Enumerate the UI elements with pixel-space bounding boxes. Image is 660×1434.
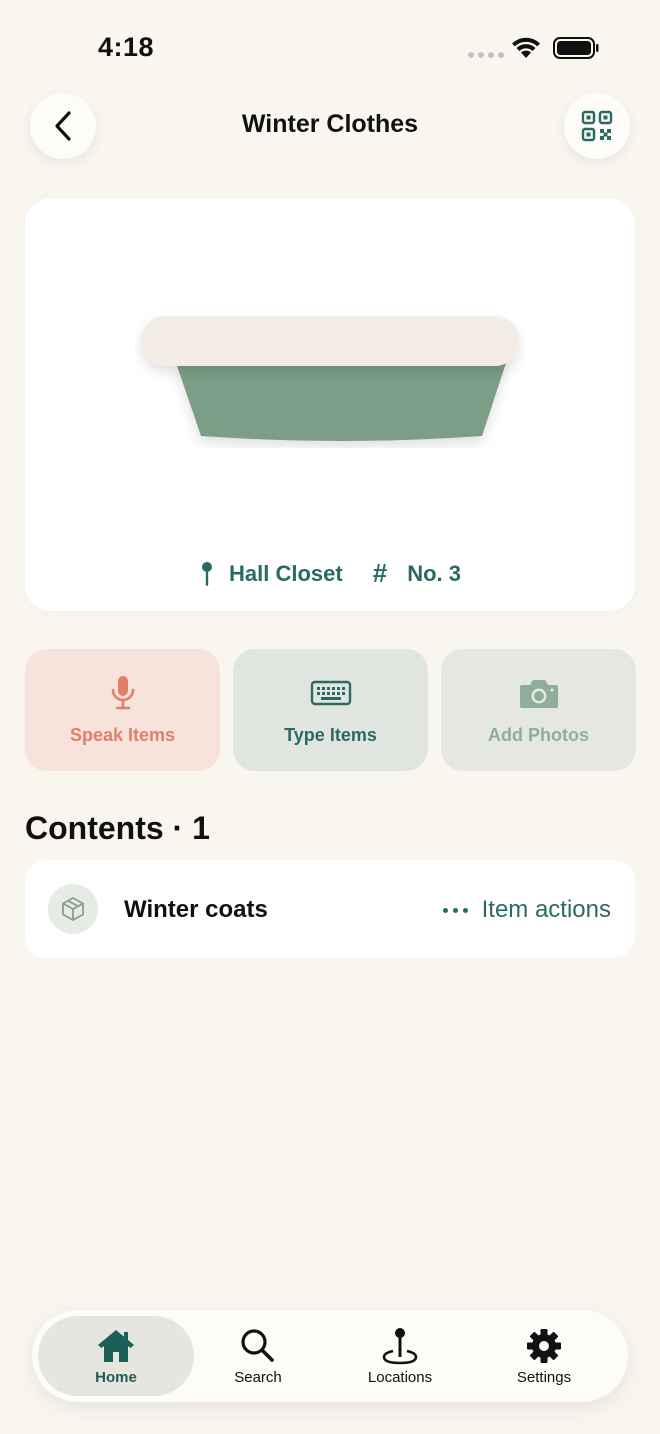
add-photos-label: Add Photos (488, 724, 589, 745)
tab-search-label: Search (234, 1368, 282, 1386)
wifi-icon (512, 37, 540, 58)
container-card: Hall Closet # No. 3 (25, 198, 635, 611)
tab-home[interactable]: Home (38, 1316, 194, 1396)
status-bar: 4:18 (0, 0, 660, 90)
status-time: 4:18 (98, 32, 155, 62)
container-number: No. 3 (407, 560, 461, 586)
type-items-button[interactable]: Type Items (233, 649, 428, 771)
qr-code-button[interactable] (564, 93, 630, 159)
item-actions-label: Item actions (481, 896, 611, 923)
pin-icon (202, 561, 213, 586)
add-photos-button[interactable]: Add Photos (441, 649, 636, 771)
list-item[interactable]: Winter coats Item actions (25, 860, 635, 958)
qr-code-icon (581, 110, 613, 142)
tab-settings-label: Settings (516, 1368, 572, 1386)
keyboard-icon (310, 680, 351, 705)
tab-locations-label: Locations (367, 1368, 433, 1386)
contents-heading: Contents · 1 (25, 810, 210, 846)
location-label: Hall Closet (229, 560, 343, 586)
cellular-signal-icon (468, 52, 504, 58)
item-avatar (48, 884, 98, 934)
hash-icon: # (372, 558, 388, 588)
tab-settings[interactable]: Settings (466, 1316, 622, 1396)
battery-icon (553, 37, 599, 59)
tab-locations[interactable]: Locations (322, 1316, 478, 1396)
page-title: Winter Clothes (241, 110, 419, 138)
box-icon (62, 897, 84, 921)
tab-home-label: Home (95, 1368, 137, 1386)
type-items-label: Type Items (284, 724, 377, 745)
speak-items-label: Speak Items (69, 724, 176, 745)
location-pin-icon (382, 1327, 418, 1364)
storage-bin-illustration (141, 316, 519, 441)
item-actions-button[interactable]: Item actions (442, 896, 611, 924)
microphone-icon (111, 675, 134, 709)
gear-icon (527, 1328, 561, 1363)
camera-icon (519, 679, 558, 708)
speak-items-button[interactable]: Speak Items (25, 649, 220, 771)
more-icon (442, 907, 468, 913)
tab-bar: Home Search Locations Settings (32, 1310, 628, 1402)
search-icon (241, 1328, 274, 1362)
tab-search[interactable]: Search (180, 1316, 336, 1396)
item-name: Winter coats (124, 896, 268, 923)
container-meta: Hall Closet # No. 3 (25, 558, 635, 589)
home-icon (98, 1329, 134, 1362)
